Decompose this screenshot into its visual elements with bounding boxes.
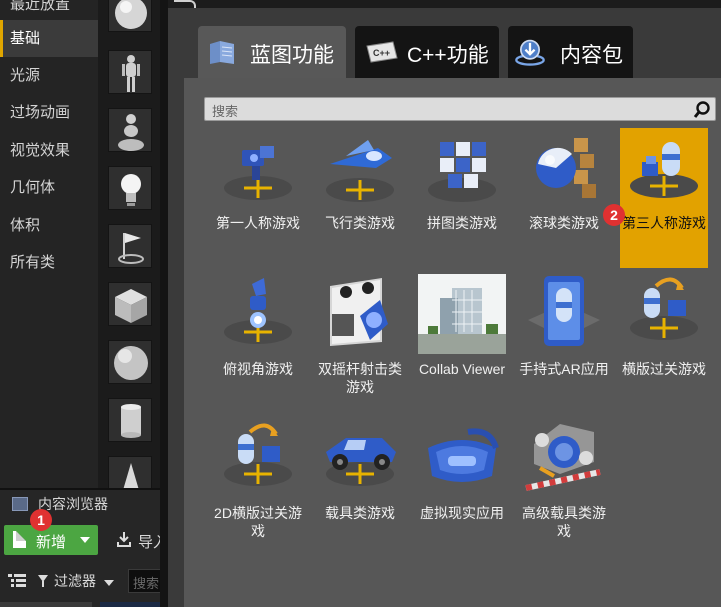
add-new-button[interactable]: 新增 xyxy=(4,525,98,555)
document-icon xyxy=(13,531,26,548)
template-search-input[interactable]: 搜索 xyxy=(204,97,716,121)
new-project-dialog: 蓝图功能 C++ C++功能 内容包 搜索 第一人称游戏 飞行类游戏 拼图类游戏… xyxy=(168,0,721,607)
template-handheld-ar[interactable]: 手持式AR应用 xyxy=(519,274,609,414)
asset-thumbnail-strip xyxy=(98,0,160,500)
import-icon xyxy=(117,532,131,547)
template-top-down-label: 俯视角游戏 xyxy=(223,361,293,377)
category-basic[interactable]: 基础 xyxy=(0,20,98,57)
vr-headset-icon xyxy=(428,428,499,482)
top-down-icon xyxy=(224,278,292,344)
template-rolling[interactable]: 滚球类游戏 xyxy=(520,128,608,268)
vehicle-icon xyxy=(326,438,396,486)
light-bulb-icon[interactable] xyxy=(108,166,152,210)
filter-label: 过滤器 xyxy=(54,573,96,589)
rolling-ball-icon xyxy=(536,138,596,198)
template-vr[interactable]: 虚拟现实应用 xyxy=(418,418,506,558)
content-browser-icon xyxy=(12,497,28,511)
first-person-icon xyxy=(224,146,292,200)
content-browser-tab[interactable]: 内容浏览器 xyxy=(0,490,160,518)
place-mode-panel: 最近放置 基础 光源 过场动画 视觉效果 几何体 体积 所有类 xyxy=(0,0,160,500)
twin-stick-icon xyxy=(330,278,388,346)
tab-cpp-label: C++功能 xyxy=(407,44,489,67)
collab-viewer-icon xyxy=(418,274,506,354)
sphere-icon[interactable] xyxy=(108,340,152,384)
chevron-down-icon xyxy=(104,580,114,586)
filter-icon xyxy=(38,575,48,587)
category-cinematic[interactable]: 过场动画 xyxy=(0,94,98,131)
puzzle-icon xyxy=(428,142,496,202)
category-visual-effects[interactable]: 视觉效果 xyxy=(0,132,98,169)
advanced-vehicle-icon xyxy=(525,424,601,491)
side-scroller-icon xyxy=(630,277,698,340)
pawn-icon[interactable] xyxy=(108,108,152,152)
template-third-person-label: 第三人称游戏 xyxy=(622,215,706,231)
annotation-badge-2: 2 xyxy=(603,204,625,226)
template-first-person-label: 第一人称游戏 xyxy=(216,215,300,231)
category-list: 最近放置 基础 光源 过场动画 视觉效果 几何体 体积 所有类 xyxy=(0,0,98,488)
content-browser-toolbar: 过滤器 搜索 xyxy=(0,566,168,596)
template-vehicle-label: 载具类游戏 xyxy=(325,505,395,521)
template-first-person[interactable]: 第一人称游戏 xyxy=(214,128,302,268)
tab-blueprint-label: 蓝图功能 xyxy=(250,44,334,67)
dialog-top-bar xyxy=(168,0,721,8)
category-lights[interactable]: 光源 xyxy=(0,57,98,94)
template-collab-viewer-label: Collab Viewer xyxy=(418,361,506,377)
template-advanced-vehicle[interactable]: 高级载具类游戏 xyxy=(520,418,608,558)
template-advanced-vehicle-label: 高级载具类游戏 xyxy=(522,505,606,539)
template-flying[interactable]: 飞行类游戏 xyxy=(316,128,404,268)
asset-view-row[interactable] xyxy=(100,602,160,607)
tab-cpp[interactable]: C++ C++功能 xyxy=(355,26,499,78)
chevron-down-icon xyxy=(80,537,90,543)
template-side-scroller[interactable]: 横版过关游戏 xyxy=(620,274,708,414)
template-vehicle[interactable]: 载具类游戏 xyxy=(316,418,404,558)
content-browser: 内容浏览器 新增 导入 过滤器 搜索 xyxy=(0,488,168,607)
template-side-scroller-2d-label: 2D横版过关游戏 xyxy=(214,505,302,539)
flying-icon xyxy=(326,140,394,202)
folder-tree-row[interactable] xyxy=(0,602,92,607)
template-side-scroller-2d[interactable]: 2D横版过关游戏 xyxy=(214,418,302,558)
template-list-area: 搜索 第一人称游戏 飞行类游戏 拼图类游戏 滚球类游戏 第三人称游戏 俯视角游戏… xyxy=(184,78,721,607)
import-button[interactable]: 导入 xyxy=(110,525,168,555)
tab-content-pack[interactable]: 内容包 xyxy=(508,26,633,78)
folder-tree-toggle-icon[interactable] xyxy=(8,574,26,588)
mannequin-icon[interactable] xyxy=(108,50,152,94)
third-person-icon xyxy=(630,142,698,198)
panel-splitter[interactable] xyxy=(160,0,168,607)
template-puzzle[interactable]: 拼图类游戏 xyxy=(418,128,506,268)
dialog-corner-icon xyxy=(174,0,196,8)
cpp-icon: C++ xyxy=(366,41,398,63)
template-side-scroller-label: 横版过关游戏 xyxy=(622,361,706,377)
category-volumes[interactable]: 体积 xyxy=(0,207,98,244)
template-vr-label: 虚拟现实应用 xyxy=(420,505,504,521)
template-rolling-label: 滚球类游戏 xyxy=(529,215,599,231)
template-collab-viewer[interactable]: Collab Viewer xyxy=(418,274,506,414)
sphere-icon[interactable] xyxy=(108,0,152,32)
tab-content-pack-label: 内容包 xyxy=(560,44,623,67)
template-puzzle-label: 拼图类游戏 xyxy=(427,215,497,231)
cube-icon[interactable] xyxy=(108,282,152,326)
tab-blueprint[interactable]: 蓝图功能 xyxy=(198,26,346,78)
annotation-badge-1: 1 xyxy=(30,509,52,531)
category-geometry[interactable]: 几何体 xyxy=(0,169,98,206)
template-twin-stick[interactable]: 双摇杆射击类游戏 xyxy=(316,274,404,414)
blueprint-icon xyxy=(210,41,234,64)
template-twin-stick-label: 双摇杆射击类游戏 xyxy=(318,361,402,395)
search-icon[interactable] xyxy=(693,101,711,119)
side-scroller-2d-icon xyxy=(224,423,292,486)
cylinder-icon[interactable] xyxy=(108,398,152,442)
template-third-person[interactable]: 第三人称游戏 xyxy=(620,128,708,268)
template-top-down[interactable]: 俯视角游戏 xyxy=(214,274,302,414)
player-start-flag-icon[interactable] xyxy=(108,224,152,268)
template-flying-label: 飞行类游戏 xyxy=(325,215,395,231)
template-search-placeholder: 搜索 xyxy=(212,104,239,119)
content-pack-icon xyxy=(515,39,545,66)
template-handheld-ar-label: 手持式AR应用 xyxy=(519,361,609,377)
category-all-classes[interactable]: 所有类 xyxy=(0,244,98,281)
handheld-ar-icon xyxy=(528,276,600,346)
svg-text:C++: C++ xyxy=(373,48,390,58)
add-new-label: 新增 xyxy=(36,534,67,551)
